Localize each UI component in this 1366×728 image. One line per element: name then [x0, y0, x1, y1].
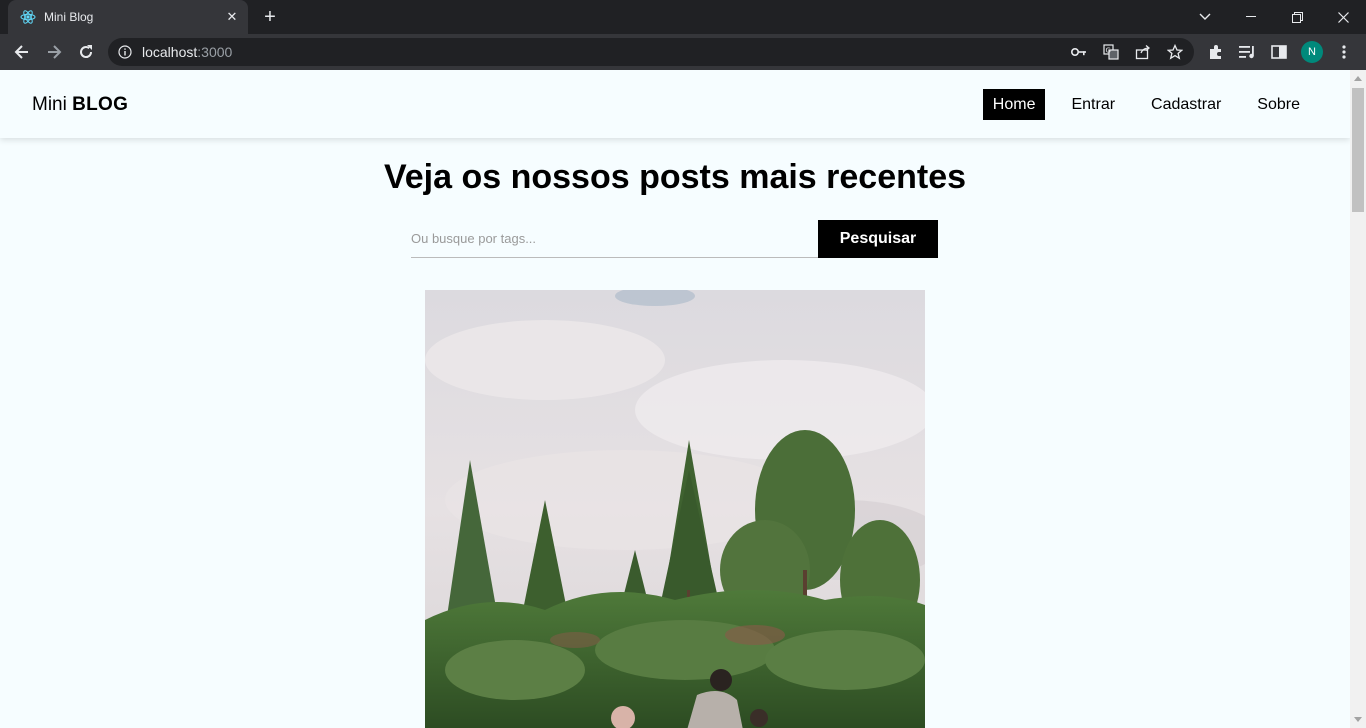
nav-link-cadastrar[interactable]: Cadastrar	[1141, 89, 1231, 120]
restore-icon[interactable]	[1274, 0, 1320, 34]
new-tab-icon[interactable]: +	[258, 7, 282, 27]
nav-link-sobre[interactable]: Sobre	[1247, 89, 1310, 120]
svg-text:G: G	[1106, 47, 1111, 55]
nav-link-home[interactable]: Home	[982, 89, 1046, 120]
share-icon[interactable]	[1134, 43, 1152, 61]
brand-bold: BLOG	[72, 94, 129, 115]
scroll-down-icon[interactable]	[1354, 717, 1362, 722]
key-icon[interactable]	[1070, 43, 1088, 61]
reload-icon[interactable]	[72, 38, 100, 66]
playlist-icon[interactable]	[1238, 42, 1258, 62]
close-window-icon[interactable]	[1320, 0, 1366, 34]
browser-tab[interactable]: Mini Blog ✕	[8, 0, 248, 34]
kebab-menu-icon[interactable]	[1334, 42, 1354, 62]
url-text[interactable]: localhost:3000	[142, 44, 232, 60]
search-input[interactable]	[411, 220, 818, 258]
address-bar[interactable]: localhost:3000 G	[108, 38, 1194, 66]
translate-icon[interactable]: G	[1102, 43, 1120, 61]
arrow-right-icon[interactable]	[40, 38, 68, 66]
star-icon[interactable]	[1166, 43, 1184, 61]
brand-prefix: Mini	[32, 94, 73, 115]
browser-toolbar: localhost:3000 G N	[0, 34, 1366, 70]
avatar[interactable]: N	[1301, 41, 1323, 63]
page-scrollbar[interactable]	[1350, 70, 1366, 728]
close-tab-icon[interactable]: ✕	[224, 9, 240, 25]
brand-logo[interactable]: Mini BLOG	[32, 94, 128, 116]
site-navbar: Mini BLOG Home Entrar Cadastrar Sobre	[0, 70, 1350, 138]
tab-title: Mini Blog	[44, 10, 94, 24]
search-button[interactable]: Pesquisar	[818, 220, 938, 258]
url-port: :3000	[197, 44, 233, 60]
page-title: Veja os nossos posts mais recentes	[383, 158, 967, 196]
nav-links: Home Entrar Cadastrar Sobre	[982, 89, 1310, 120]
puzzle-icon[interactable]	[1206, 42, 1226, 62]
scroll-up-icon[interactable]	[1354, 76, 1362, 81]
post-image[interactable]	[425, 290, 925, 728]
nav-link-entrar[interactable]: Entrar	[1061, 89, 1125, 120]
tab-search-icon[interactable]	[1182, 0, 1228, 34]
side-panel-icon[interactable]	[1269, 42, 1289, 62]
arrow-left-icon[interactable]	[8, 38, 36, 66]
search-form: Pesquisar	[411, 220, 938, 258]
minimize-icon[interactable]	[1228, 0, 1274, 34]
page-viewport: Mini BLOG Home Entrar Cadastrar Sobre Ve…	[0, 70, 1350, 728]
info-icon[interactable]	[118, 45, 132, 59]
url-host: localhost	[142, 44, 198, 60]
react-icon	[20, 9, 36, 25]
browser-tab-strip: Mini Blog ✕ +	[0, 0, 1366, 34]
scrollbar-thumb[interactable]	[1352, 88, 1364, 212]
